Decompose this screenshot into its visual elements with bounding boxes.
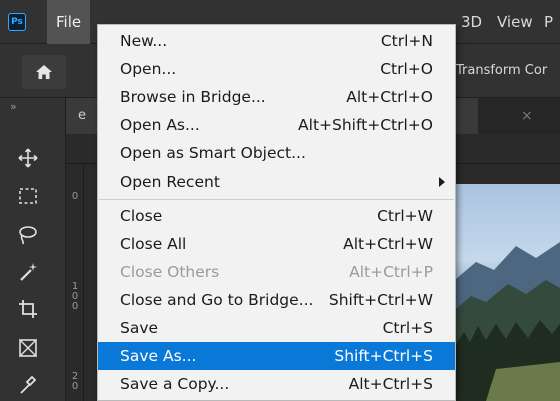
menu-item-close-all[interactable]: Close All Alt+Ctrl+W [98,230,455,258]
menu-item-label: New... [120,32,168,50]
menu-item-close-others: Close Others Alt+Ctrl+P [98,258,455,286]
menu-item-shortcut: Shift+Ctrl+S [334,347,433,365]
menu-item-shortcut: Ctrl+W [377,207,433,225]
magic-wand-tool-icon[interactable] [14,258,42,286]
file-menu-dropdown: New... Ctrl+N Open... Ctrl+O Browse in Bri… [97,24,456,401]
ruler-mark: 1 0 0 [71,281,79,312]
menu-item-browse-in-bridge[interactable]: Browse in Bridge... Alt+Ctrl+O [98,83,455,111]
menu-item-label: Close Others [120,263,220,281]
photoshop-window: Ps File 3D View P Transform Cor » e × 0 … [0,0,560,401]
menu-item-open-as-smart-object[interactable]: Open as Smart Object... [98,139,455,167]
document-image[interactable] [456,184,560,401]
menu-item-label: Open as Smart Object... [120,144,306,162]
menu-item-open[interactable]: Open... Ctrl+O [98,55,455,83]
menu-item-shortcut: Alt+Ctrl+S [348,375,433,393]
collapse-panel-icon[interactable]: » [10,100,17,113]
menu-item-open-recent[interactable]: Open Recent [98,168,455,196]
menu-item-new[interactable]: New... Ctrl+N [98,27,455,55]
menu-item-save-as[interactable]: Save As... Shift+Ctrl+S [98,342,455,370]
menu-item-label: Close [120,207,163,225]
menu-item-label: Close and Go to Bridge... [120,291,314,309]
ruler-mark: 0 [71,191,79,202]
menu-item-shortcut: Alt+Ctrl+O [346,88,433,106]
crop-tool-icon[interactable] [14,295,42,323]
menu-plugins-partial[interactable]: P [535,0,560,44]
menu-item-close-and-go-to-bridge[interactable]: Close and Go to Bridge... Shift+Ctrl+W [98,286,455,314]
menu-separator [99,199,454,200]
photoshop-logo: Ps [8,13,26,31]
ruler-mark: 2 0 [71,371,79,392]
marquee-tool-icon[interactable] [14,182,42,210]
menu-item-label: Close All [120,235,187,253]
menu-item-save[interactable]: Save Ctrl+S [98,314,455,342]
menu-item-shortcut: Ctrl+O [380,60,433,78]
menu-item-label: Browse in Bridge... [120,88,266,106]
eyedropper-tool-icon[interactable] [14,370,42,398]
menu-item-label: Open As... [120,116,200,134]
menu-view[interactable]: View [488,0,542,44]
menu-3d[interactable]: 3D [452,0,491,44]
menu-item-save-a-copy[interactable]: Save a Copy... Alt+Ctrl+S [98,370,455,398]
lasso-tool-icon[interactable] [14,221,42,249]
frame-tool-icon[interactable] [14,334,42,362]
menu-item-label: Save [120,319,159,337]
menu-item-shortcut: Ctrl+S [382,319,433,337]
tools-panel: » [0,98,66,401]
document-tab-title: e [78,108,86,123]
menu-item-shortcut: Alt+Ctrl+P [349,263,433,281]
menu-file[interactable]: File [47,0,91,44]
menu-item-label: Save a Copy... [120,375,230,393]
show-transform-controls-label[interactable]: Transform Cor [456,58,547,84]
menu-item-label: Open Recent [120,173,220,191]
home-button[interactable] [22,55,66,89]
submenu-arrow-icon [439,177,445,187]
menu-item-shortcut: Ctrl+N [380,32,433,50]
menu-item-close[interactable]: Close Ctrl+W [98,202,455,230]
close-tab-icon[interactable]: × [521,98,533,134]
menu-item-label: Open... [120,60,177,78]
menu-item-shortcut: Alt+Ctrl+W [343,235,433,253]
menu-item-open-as[interactable]: Open As... Alt+Shift+Ctrl+O [98,111,455,139]
move-tool-icon[interactable] [14,144,42,172]
menu-item-shortcut: Shift+Ctrl+W [328,291,433,309]
home-icon [36,65,52,79]
left-ruler: 0 1 0 0 2 0 [66,164,84,401]
mountain-photo [456,242,560,401]
menu-item-shortcut: Alt+Shift+Ctrl+O [298,116,433,134]
menu-item-label: Save As... [120,347,197,365]
